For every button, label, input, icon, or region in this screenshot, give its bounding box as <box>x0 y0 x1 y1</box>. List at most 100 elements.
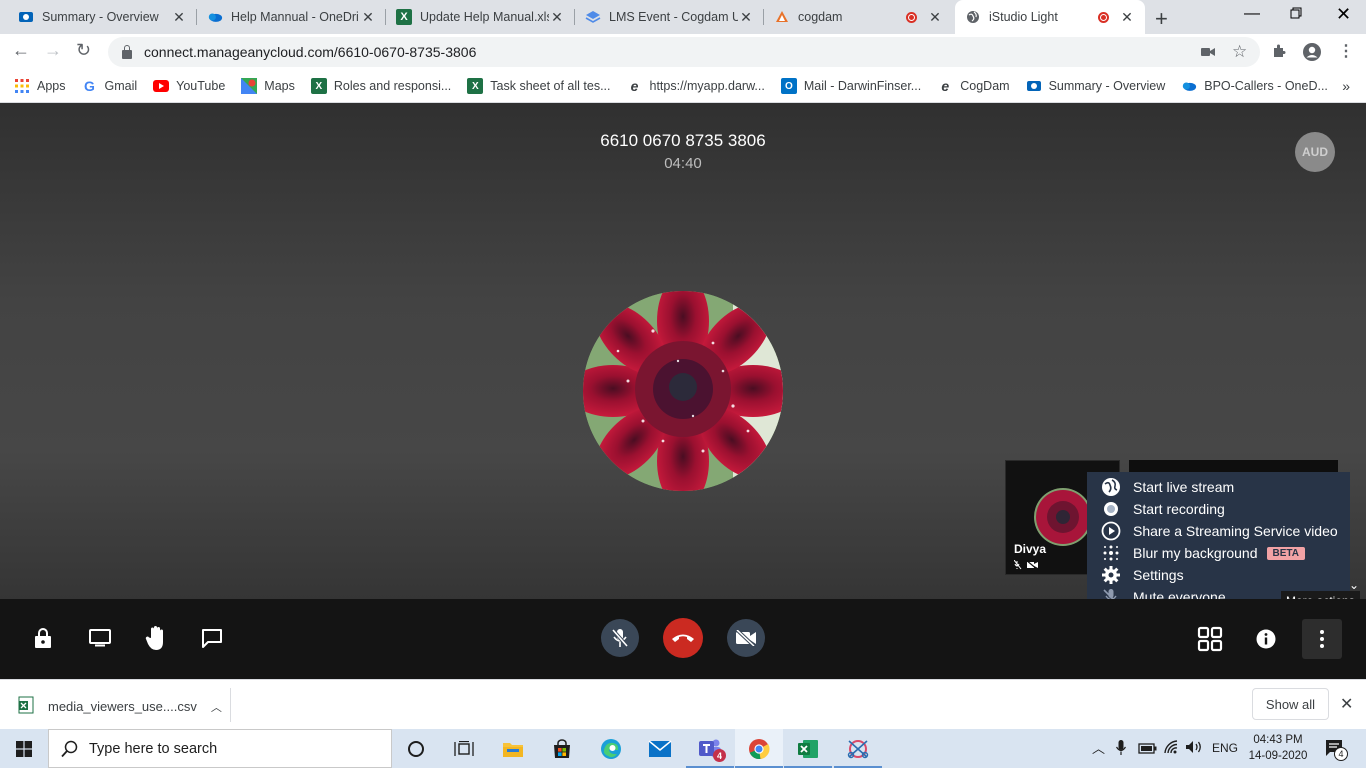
extensions-icon[interactable] <box>1272 44 1286 63</box>
tile-view-icon[interactable] <box>1197 626 1223 652</box>
close-download-shelf-icon[interactable]: ✕ <box>1340 694 1353 714</box>
call-controls-bar <box>0 599 1366 679</box>
edge-e-icon: e <box>941 78 950 94</box>
microsoft-store-icon[interactable] <box>538 729 586 768</box>
google-icon: G <box>84 78 95 94</box>
video-off-icon <box>735 630 756 646</box>
raise-hand-icon[interactable] <box>145 625 167 651</box>
close-tab-icon[interactable]: ✕ <box>171 9 187 26</box>
close-tab-icon[interactable]: ✕ <box>927 9 943 26</box>
close-tab-icon[interactable]: ✕ <box>360 9 376 26</box>
chevron-down-icon[interactable]: ⌄ <box>1349 578 1359 592</box>
browser-tab[interactable]: X Update Help Manual.xlsx ✕ <box>386 0 575 34</box>
start-live-stream-item[interactable]: Start live stream <box>1087 476 1350 498</box>
excel-icon[interactable] <box>784 729 832 768</box>
excel-icon: X <box>310 78 327 94</box>
edge-icon[interactable] <box>587 729 635 768</box>
tab-title: Summary - Overview <box>42 10 159 24</box>
lock-icon[interactable] <box>33 627 53 649</box>
more-actions-button[interactable] <box>1302 619 1342 659</box>
back-icon[interactable]: ← <box>12 40 30 61</box>
participant-avatar <box>583 291 783 491</box>
search-placeholder: Type here to search <box>89 740 218 757</box>
close-tab-icon[interactable]: ✕ <box>549 9 565 26</box>
phone-hangup-icon <box>672 634 694 642</box>
bookmark-roles[interactable]: X Roles and responsi... <box>310 78 451 94</box>
close-tab-icon[interactable]: ✕ <box>738 9 754 26</box>
windows-start-icon[interactable] <box>0 729 48 768</box>
bookmarks-overflow-icon[interactable]: » <box>1342 78 1350 94</box>
taskbar-clock[interactable]: 04:43 PM 14-09-2020 <box>1247 732 1309 764</box>
onedrive-icon <box>1181 78 1197 94</box>
more-vertical-icon <box>1320 630 1324 648</box>
record-icon <box>1101 499 1121 519</box>
mail-icon[interactable] <box>636 729 684 768</box>
restore-icon[interactable] <box>1290 6 1302 24</box>
chevron-up-icon[interactable]: ︿ <box>211 699 222 715</box>
battery-icon[interactable] <box>1138 742 1158 757</box>
bookmark-summary[interactable]: Summary - Overview <box>1026 78 1165 94</box>
download-filename: media_viewers_use....csv <box>48 699 197 714</box>
input-language[interactable]: ENG <box>1212 741 1238 755</box>
bookmark-myapp[interactable]: e https://myapp.darw... <box>627 78 765 94</box>
bookmark-mail[interactable]: O Mail - DarwinFinser... <box>780 78 921 94</box>
show-all-button[interactable]: Show all <box>1252 688 1329 720</box>
download-item[interactable]: media_viewers_use....csv ︿ <box>18 696 222 717</box>
start-recording-item[interactable]: Start recording <box>1087 498 1350 520</box>
new-tab-button[interactable]: + <box>1155 6 1168 32</box>
show-hidden-icons-icon[interactable]: ︿ <box>1092 738 1105 757</box>
tab-title: Update Help Manual.xlsx <box>420 10 549 24</box>
address-bar[interactable]: connect.manageanycloud.com/6610-0670-873… <box>108 37 1260 67</box>
browser-tab-active[interactable]: iStudio Light ✕ <box>955 0 1145 34</box>
globe-icon <box>1101 477 1121 497</box>
blur-background-item[interactable]: Blur my background BETA <box>1087 542 1350 564</box>
bookmark-apps[interactable]: Apps <box>14 78 66 94</box>
camera-toggle-button[interactable] <box>727 619 765 657</box>
task-view-icon[interactable] <box>440 729 488 768</box>
chrome-icon[interactable] <box>735 729 783 768</box>
snipping-tool-icon[interactable] <box>834 729 882 768</box>
volume-icon[interactable] <box>1185 740 1203 757</box>
bookmark-task-sheet[interactable]: X Task sheet of all tes... <box>467 78 611 94</box>
browser-tab[interactable]: cogdam ✕ <box>764 0 953 34</box>
teams-icon[interactable]: 4 <box>686 729 734 768</box>
notifications-icon[interactable]: 4 <box>1324 738 1348 761</box>
tab-title: iStudio Light <box>989 10 1058 24</box>
camera-in-use-icon[interactable] <box>1201 44 1215 62</box>
layers-icon <box>585 9 601 25</box>
screen-share-icon[interactable] <box>89 629 111 647</box>
microphone-toggle-button[interactable] <box>601 619 639 657</box>
browser-tab[interactable]: LMS Event - Cogdam Un ✕ <box>575 0 764 34</box>
hang-up-button[interactable] <box>663 618 703 658</box>
youtube-icon <box>153 78 170 94</box>
microphone-tray-icon[interactable] <box>1115 740 1127 759</box>
cortana-icon[interactable] <box>392 729 440 768</box>
profile-icon[interactable] <box>1302 42 1322 67</box>
browser-tab[interactable]: Help Mannual - OneDri ✕ <box>197 0 386 34</box>
bookmark-gmail[interactable]: G Gmail <box>82 78 137 94</box>
audio-badge[interactable]: AUD <box>1295 132 1335 172</box>
share-video-item[interactable]: Share a Streaming Service video <box>1087 520 1350 542</box>
forward-icon[interactable]: → <box>44 40 62 61</box>
chat-icon[interactable] <box>201 628 223 648</box>
chrome-menu-icon[interactable]: ⋮ <box>1338 41 1354 61</box>
mic-off-icon <box>611 628 629 648</box>
browser-tab[interactable]: Summary - Overview ✕ <box>8 0 197 34</box>
bookmark-maps[interactable]: Maps <box>241 78 295 94</box>
close-window-icon[interactable]: ✕ <box>1336 4 1351 25</box>
bookmark-youtube[interactable]: YouTube <box>153 78 225 94</box>
close-tab-icon[interactable]: ✕ <box>1119 9 1135 26</box>
bookmark-bpo-callers[interactable]: BPO-Callers - OneD... <box>1181 78 1328 94</box>
search-icon <box>61 740 78 757</box>
browser-toolbar: ← → ↻ connect.manageanycloud.com/6610-06… <box>0 34 1366 70</box>
file-explorer-icon[interactable] <box>489 729 537 768</box>
info-icon[interactable] <box>1256 629 1276 649</box>
wifi-icon[interactable] <box>1163 740 1179 757</box>
taskbar-search-box[interactable]: Type here to search <box>48 729 392 768</box>
reload-icon[interactable]: ↻ <box>76 40 91 61</box>
bookmark-star-icon[interactable]: ☆ <box>1232 42 1247 62</box>
bookmark-cogdam[interactable]: e CogDam <box>937 78 1009 94</box>
minimize-icon[interactable]: — <box>1244 5 1260 23</box>
settings-item[interactable]: Settings <box>1087 564 1350 586</box>
lock-icon <box>122 44 132 59</box>
